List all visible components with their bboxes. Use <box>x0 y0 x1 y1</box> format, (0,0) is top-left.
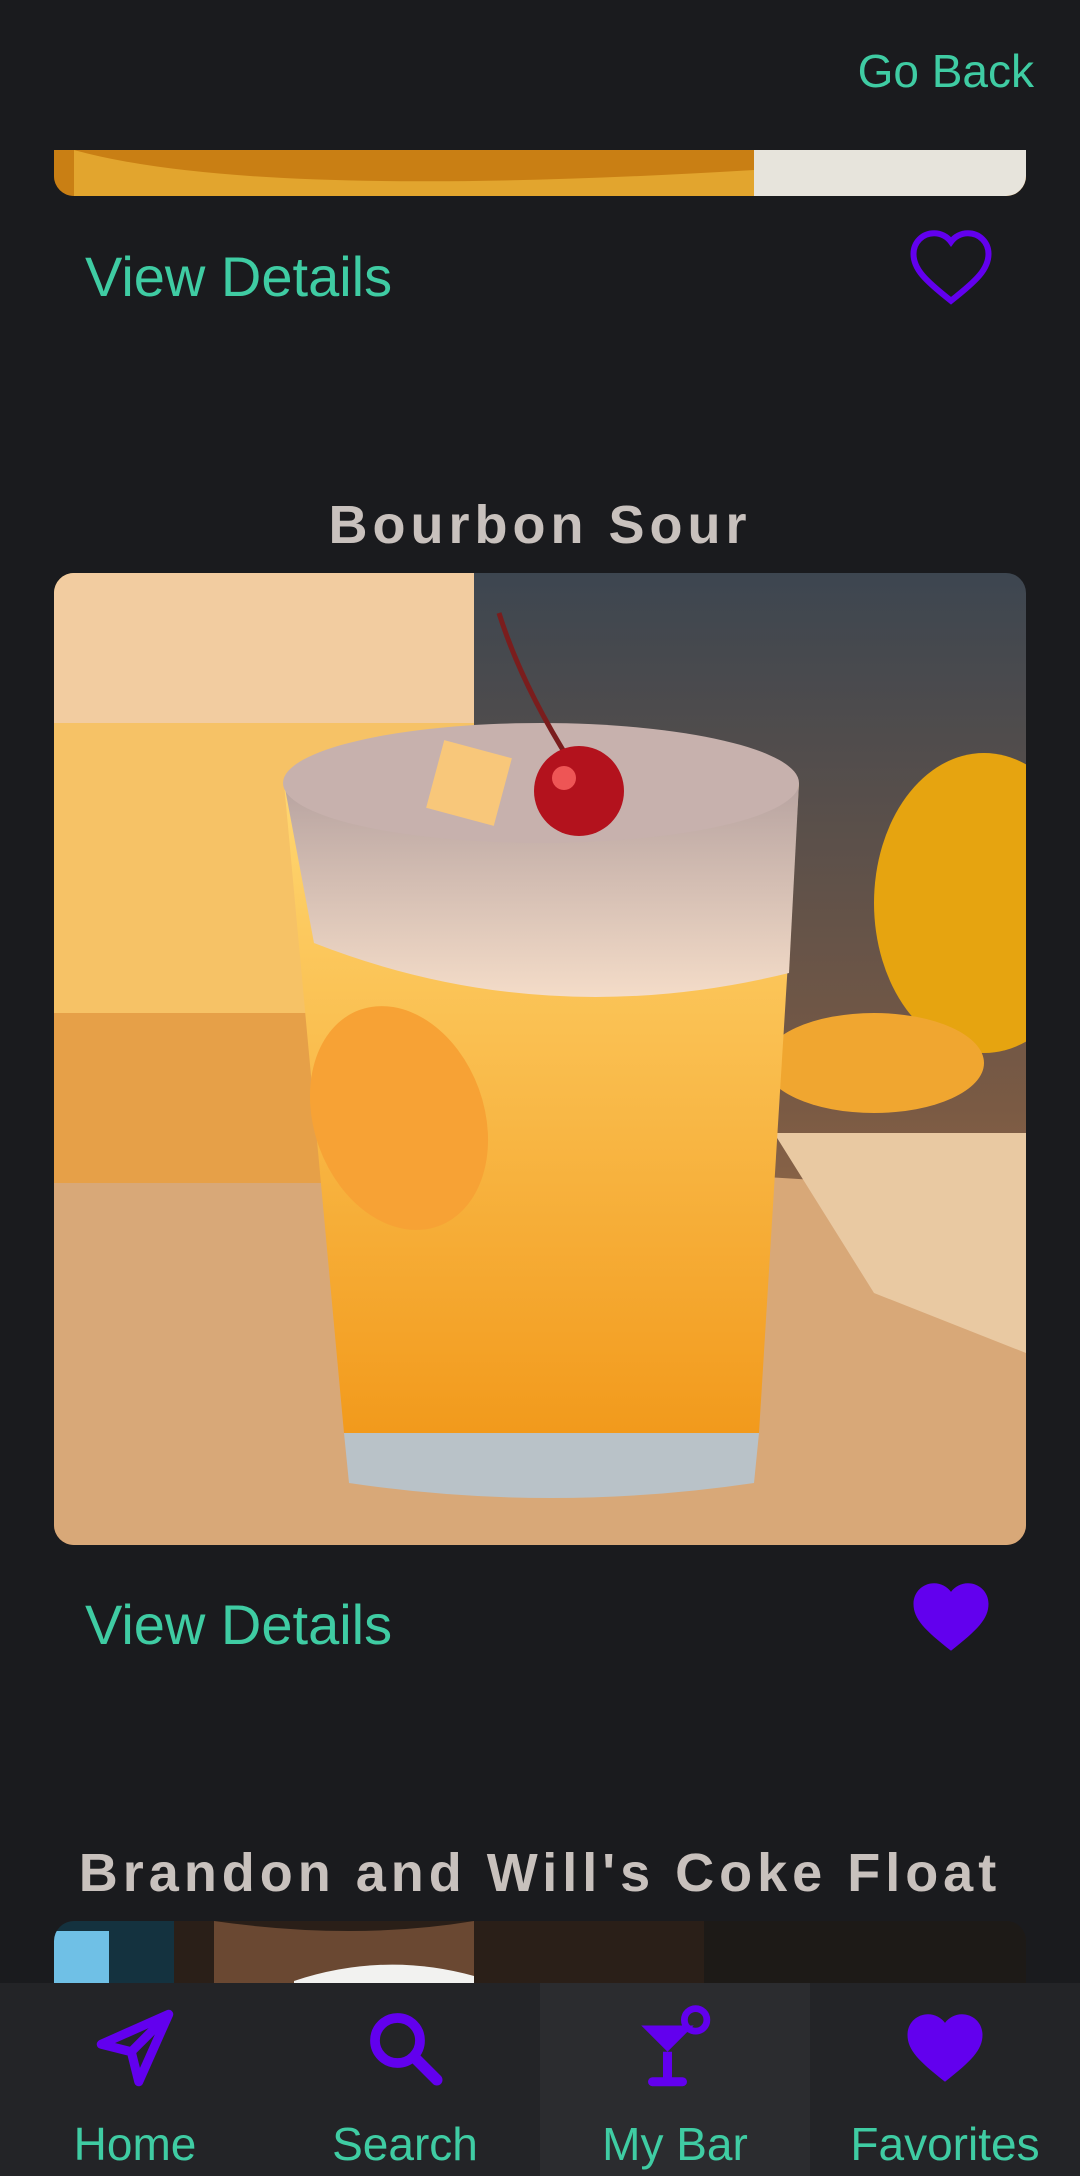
cocktail-title-2: Bourbon Sour <box>328 495 752 555</box>
bottom-navigation: Home Search My Bar Favorites <box>0 1983 1080 2176</box>
favorite-heart-filled-icon[interactable] <box>903 1572 999 1662</box>
nav-item-my-bar[interactable]: My Bar <box>540 1983 810 2176</box>
cocktail-image-2[interactable] <box>54 573 1026 1545</box>
cocktail-image-3[interactable] <box>54 1921 1026 1991</box>
favorite-heart-outline-icon[interactable] <box>903 222 999 312</box>
nav-label-home: Home <box>73 2118 197 2170</box>
top-bar: Go Back <box>0 0 1080 150</box>
search-icon <box>370 2013 443 2086</box>
nav-item-favorites[interactable]: Favorites <box>810 1983 1080 2176</box>
heart-icon <box>907 2014 983 2082</box>
cocktail-title-3: Brandon and Will's Coke Float <box>78 1843 1002 1903</box>
nav-label-search: Search <box>332 2118 478 2170</box>
cocktail-icon <box>641 2005 711 2087</box>
view-details-link-2[interactable]: View Details <box>85 1592 392 1657</box>
nav-label-favorites: Favorites <box>850 2118 1040 2170</box>
paper-plane-icon <box>96 2009 174 2087</box>
nav-item-home[interactable]: Home <box>0 1983 270 2176</box>
view-details-link-1[interactable]: View Details <box>85 244 392 309</box>
nav-item-search[interactable]: Search <box>270 1983 540 2176</box>
nav-label-my-bar: My Bar <box>602 2118 748 2170</box>
cocktail-list: View Details Bourbon Sour View Details B… <box>0 0 1080 2176</box>
go-back-link[interactable]: Go Back <box>858 44 1034 98</box>
